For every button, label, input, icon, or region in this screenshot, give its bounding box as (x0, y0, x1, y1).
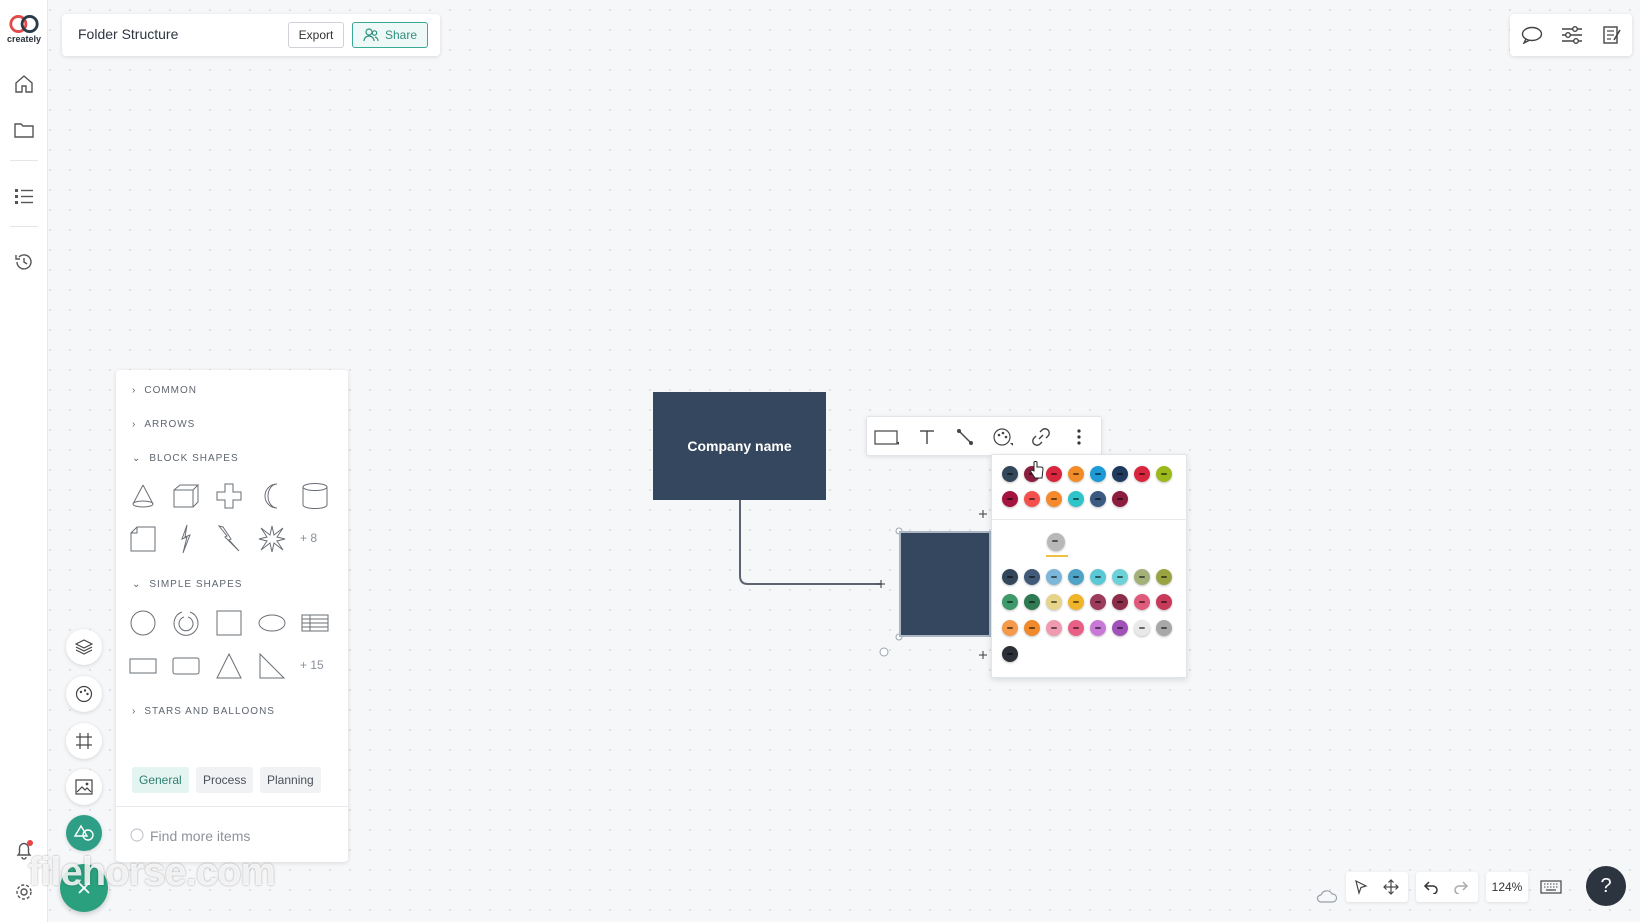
color-swatch[interactable] (1002, 569, 1018, 585)
color-swatch[interactable] (1002, 594, 1018, 610)
color-swatch[interactable] (1024, 569, 1040, 585)
shape-context-toolbar (866, 416, 1102, 456)
zoom-control[interactable]: 124% (1486, 872, 1528, 902)
color-swatch[interactable] (1112, 569, 1128, 585)
undo-icon (1423, 881, 1438, 894)
color-swatch[interactable] (1156, 620, 1172, 636)
style-button[interactable] (991, 425, 1015, 449)
color-swatch[interactable] (1090, 569, 1106, 585)
pointer-hand-icon (1030, 461, 1044, 479)
color-swatch[interactable] (1002, 466, 1018, 482)
add-child-top-icon[interactable] (979, 510, 987, 518)
more-icon (1077, 429, 1081, 445)
connector-plus-icon[interactable] (877, 580, 885, 588)
color-swatch[interactable] (1068, 491, 1084, 507)
color-swatch[interactable] (1068, 569, 1084, 585)
color-swatch[interactable] (1134, 620, 1150, 636)
color-swatch[interactable] (1090, 491, 1106, 507)
color-swatch[interactable] (1134, 569, 1150, 585)
color-swatch[interactable] (1134, 466, 1150, 482)
color-swatch[interactable] (1068, 620, 1084, 636)
text-icon (920, 430, 934, 444)
move-icon (1383, 879, 1399, 895)
color-palette-popup (991, 454, 1188, 678)
color-swatch[interactable] (1046, 620, 1062, 636)
select-tool-button[interactable] (1346, 879, 1376, 895)
color-swatch[interactable] (1046, 594, 1062, 610)
redo-button[interactable] (1446, 880, 1476, 894)
watermark: filehorse.com (28, 850, 276, 894)
color-swatch[interactable] (1112, 620, 1128, 636)
link-icon (1032, 428, 1050, 446)
redo-icon (1454, 881, 1469, 894)
color-swatch[interactable] (1046, 491, 1062, 507)
color-swatch[interactable] (1024, 620, 1040, 636)
cursor-icon (1355, 879, 1368, 895)
color-swatch[interactable] (1046, 466, 1062, 482)
selected-color-indicator (1046, 555, 1068, 557)
pan-tool-button[interactable] (1376, 879, 1406, 895)
color-swatch[interactable] (1002, 491, 1018, 507)
color-swatch[interactable] (1090, 466, 1106, 482)
palette-divider (992, 519, 1188, 520)
color-swatch[interactable] (1024, 491, 1040, 507)
color-swatch[interactable] (1046, 569, 1062, 585)
color-swatch[interactable] (1090, 620, 1106, 636)
color-swatch[interactable] (1024, 594, 1040, 610)
more-button[interactable] (1067, 425, 1091, 449)
color-swatch[interactable] (1112, 466, 1128, 482)
color-swatch[interactable] (1112, 491, 1128, 507)
text-button[interactable] (915, 425, 939, 449)
color-swatch[interactable] (1156, 466, 1172, 482)
link-button[interactable] (1029, 425, 1053, 449)
undo-button[interactable] (1416, 880, 1446, 894)
keyboard-icon (1540, 880, 1562, 894)
add-child-bottom-icon[interactable] (979, 651, 987, 659)
palette-icon (993, 428, 1013, 446)
change-shape-button[interactable] (873, 425, 901, 449)
connector-icon (957, 429, 973, 445)
keyboard-shortcuts-button[interactable] (1536, 872, 1566, 902)
color-swatch[interactable] (1156, 594, 1172, 610)
selected-color-preview[interactable] (1047, 533, 1065, 551)
color-swatch[interactable] (1156, 569, 1172, 585)
color-swatch[interactable] (1112, 594, 1128, 610)
company-name-shape[interactable]: Company name (653, 392, 826, 500)
color-swatch[interactable] (1134, 594, 1150, 610)
color-swatch[interactable] (1090, 594, 1106, 610)
connector-line[interactable] (739, 500, 882, 585)
color-swatch[interactable] (1002, 646, 1018, 662)
color-swatch[interactable] (1002, 620, 1018, 636)
shape-icon (874, 430, 899, 445)
history-tools (1416, 872, 1478, 902)
color-swatch[interactable] (1068, 466, 1084, 482)
cloud-sync-icon (1316, 890, 1338, 903)
zoom-level: 124% (1491, 880, 1523, 894)
help-button[interactable]: ? (1586, 866, 1626, 906)
rotate-handle[interactable] (879, 647, 889, 657)
selected-child-shape[interactable] (899, 531, 991, 637)
selection-tools (1346, 872, 1408, 902)
connector-button[interactable] (953, 425, 977, 449)
color-swatch[interactable] (1068, 594, 1084, 610)
